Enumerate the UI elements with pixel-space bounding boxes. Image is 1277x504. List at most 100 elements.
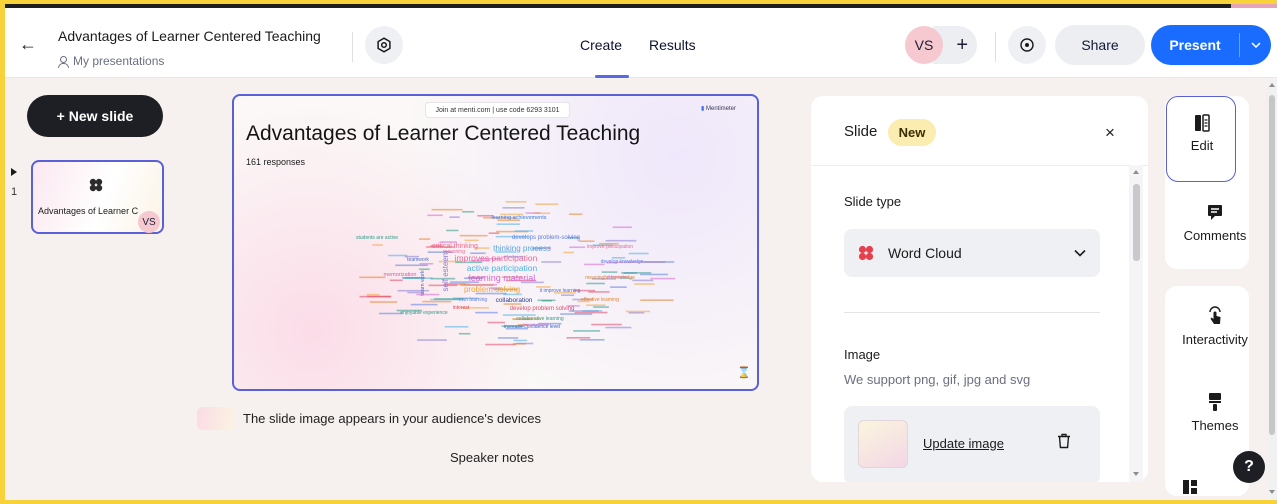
present-button[interactable]: Present xyxy=(1151,25,1271,65)
word-cloud-word: problem solving xyxy=(464,285,520,294)
word-cloud-texture xyxy=(612,226,632,229)
tool-edit-label: Edit xyxy=(1190,138,1214,153)
word-cloud-texture xyxy=(573,330,601,332)
word-cloud-word: collaborative learning xyxy=(516,316,563,322)
share-button[interactable]: Share xyxy=(1055,25,1145,65)
present-label[interactable]: Present xyxy=(1151,37,1239,53)
back-arrow-icon[interactable]: ← xyxy=(19,35,39,53)
word-cloud-texture xyxy=(418,238,431,240)
word-cloud-texture xyxy=(574,311,608,314)
response-count: 161 responses xyxy=(246,157,306,167)
word-cloud-icon xyxy=(89,178,103,192)
brand-name: Mentimeter xyxy=(705,106,736,112)
word-cloud-word: interest xyxy=(453,305,470,311)
word-cloud-word: develop problem solving xyxy=(510,306,575,312)
image-row: Update image xyxy=(844,406,1100,482)
word-cloud-icon xyxy=(858,245,874,261)
avatar[interactable]: VS xyxy=(905,26,943,64)
close-icon[interactable]: × xyxy=(1100,123,1120,143)
slide-type-select[interactable]: Word Cloud xyxy=(844,229,1100,277)
scroll-up-icon[interactable] xyxy=(1269,83,1275,87)
scroll-down-icon[interactable] xyxy=(1133,472,1139,476)
new-slide-button[interactable]: + New slide xyxy=(27,95,163,137)
word-cloud-texture xyxy=(372,244,383,246)
trash-icon xyxy=(1058,433,1070,449)
tool-edit[interactable]: Edit xyxy=(1160,114,1244,153)
breadcrumb-my-presentations[interactable]: My presentations xyxy=(73,54,164,68)
help-button[interactable]: ? xyxy=(1233,451,1265,483)
word-cloud-texture xyxy=(541,299,552,302)
word-cloud-word: reasoning xyxy=(443,249,465,255)
image-preview-swatch xyxy=(197,407,234,430)
word-cloud-word: it improve learning xyxy=(540,288,581,294)
eye-icon xyxy=(1020,38,1034,52)
word-cloud-texture xyxy=(593,306,609,308)
image-label: Image xyxy=(844,347,881,362)
word-cloud-word: improves participation xyxy=(455,253,538,263)
present-options-button[interactable] xyxy=(1240,42,1271,48)
delete-image-button[interactable] xyxy=(1057,433,1071,454)
window-frame-bottom xyxy=(0,500,1277,504)
hourglass-icon: ⌛ xyxy=(737,367,751,379)
word-cloud-texture xyxy=(650,277,676,280)
word-cloud-texture xyxy=(502,207,525,209)
tab-results[interactable]: Results xyxy=(649,37,696,53)
word-cloud-texture xyxy=(605,326,632,329)
word-cloud-texture xyxy=(535,203,559,206)
word-cloud-word: memorization xyxy=(383,272,416,278)
slide-expand-caret-icon[interactable] xyxy=(11,168,17,176)
image-note: The slide image appears in your audience… xyxy=(243,411,542,426)
word-cloud-texture xyxy=(496,223,520,225)
slide-title[interactable]: Advantages of Learner Centered Teaching xyxy=(246,122,640,146)
word-cloud-word: active participation xyxy=(467,263,538,273)
tool-layout[interactable] xyxy=(1165,478,1215,497)
settings-button[interactable] xyxy=(365,26,403,64)
word-cloud-texture xyxy=(610,286,627,288)
tool-comments[interactable]: Comments xyxy=(1173,204,1257,243)
word-cloud-texture xyxy=(459,234,488,237)
word-cloud-texture xyxy=(563,251,574,254)
word-cloud-texture xyxy=(427,214,443,217)
word-cloud-texture xyxy=(475,311,498,314)
word-cloud-texture xyxy=(634,283,655,285)
word-cloud-word: own learning xyxy=(459,297,488,303)
word-cloud-texture xyxy=(586,304,606,306)
image-thumbnail[interactable] xyxy=(858,420,908,468)
slide-thumbnail[interactable]: Advantages of Learner C VS xyxy=(31,160,164,234)
word-cloud-texture xyxy=(560,313,593,315)
update-image-link[interactable]: Update image xyxy=(923,436,1004,451)
word-cloud-word: collaboration xyxy=(496,297,533,304)
word-cloud-texture xyxy=(359,276,386,279)
edit-icon xyxy=(1195,114,1210,132)
word-cloud-texture xyxy=(541,261,562,263)
word-cloud-word: teamwork xyxy=(407,257,429,263)
word-cloud-texture xyxy=(640,273,669,276)
word-cloud-word: team work xyxy=(420,270,426,296)
word-cloud-texture xyxy=(513,339,528,342)
word-cloud-texture xyxy=(628,312,645,314)
word-cloud-texture xyxy=(487,321,506,324)
tool-themes[interactable]: Themes xyxy=(1173,392,1257,433)
word-cloud-texture xyxy=(640,299,674,301)
word-cloud-texture xyxy=(387,254,408,257)
slide-number: 1 xyxy=(11,186,18,198)
word-cloud-texture xyxy=(458,332,471,335)
breadcrumb[interactable]: My presentations xyxy=(58,54,164,68)
join-code-banner: Join at menti.com | use code 6293 3101 xyxy=(425,102,570,118)
scroll-down-icon[interactable] xyxy=(1269,490,1275,494)
slide-canvas[interactable]: learning material active participation imp… xyxy=(232,94,759,391)
word-cloud-word: effective learning xyxy=(581,297,619,303)
preview-button[interactable] xyxy=(1008,26,1046,64)
presentation-title[interactable]: Advantages of Learner Centered Teaching xyxy=(58,28,321,44)
panel-scrollbar-thumb[interactable] xyxy=(1133,184,1140,261)
theme-brush-icon xyxy=(1209,393,1221,411)
scroll-up-icon[interactable] xyxy=(1133,170,1139,174)
word-cloud-texture xyxy=(601,271,618,273)
tab-create[interactable]: Create xyxy=(580,37,622,53)
tool-themes-label: Themes xyxy=(1191,418,1239,433)
word-cloud-texture xyxy=(568,213,583,215)
tool-interactivity[interactable]: Interactivity xyxy=(1173,306,1257,347)
page-scrollbar-thumb[interactable] xyxy=(1269,95,1275,435)
word-cloud-texture xyxy=(578,240,595,242)
speaker-notes-toggle[interactable]: Speaker notes xyxy=(450,450,534,465)
